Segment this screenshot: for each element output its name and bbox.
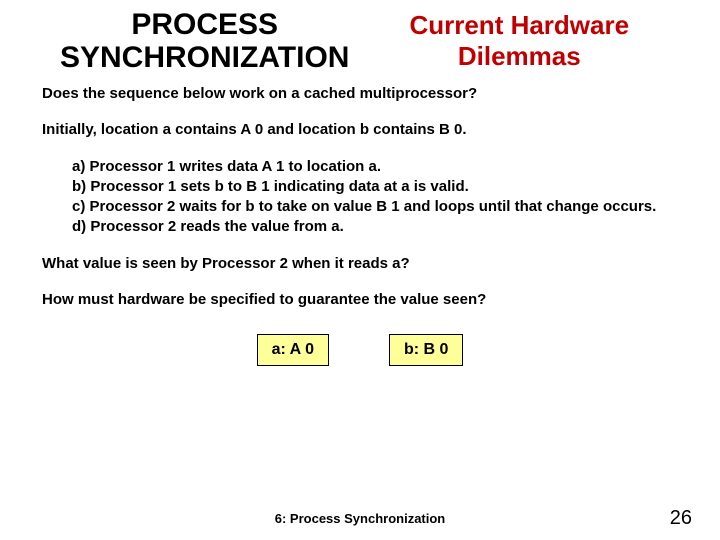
initial-suffix: contains B 0. bbox=[369, 121, 467, 138]
page-number: 26 bbox=[670, 507, 692, 530]
slide-content: Does the sequence below work on a cached… bbox=[0, 74, 720, 366]
initial-a: a bbox=[163, 121, 171, 138]
title-left-line1: PROCESS bbox=[131, 8, 278, 41]
title-right-line2: Dilemmas bbox=[458, 41, 581, 71]
question-2: What value is seen by Processor 2 when i… bbox=[42, 254, 678, 274]
initial-b: b bbox=[360, 121, 369, 138]
state-boxes: a: A 0 b: B 0 bbox=[42, 334, 678, 366]
initial-state: Initially, location a contains A 0 and l… bbox=[42, 120, 678, 140]
title-left-line2: SYNCHRONIZATION bbox=[60, 41, 349, 74]
step-c: c) Processor 2 waits for b to take on va… bbox=[72, 197, 678, 217]
question-3: How must hardware be specified to guaran… bbox=[42, 290, 678, 310]
footer-text: 6: Process Synchronization bbox=[0, 511, 720, 526]
title-right: Current Hardware Dilemmas bbox=[409, 10, 629, 72]
box-b: b: B 0 bbox=[389, 334, 463, 366]
steps-list: a) Processor 1 writes data A 1 to locati… bbox=[72, 157, 678, 238]
step-b: b) Processor 1 sets b to B 1 indicating … bbox=[72, 177, 678, 197]
initial-prefix: Initially, location bbox=[42, 121, 163, 138]
box-a: a: A 0 bbox=[257, 334, 329, 366]
slide-header: PROCESS SYNCHRONIZATION Current Hardware… bbox=[0, 0, 720, 74]
title-right-line1: Current Hardware bbox=[409, 10, 629, 40]
question-1: Does the sequence below work on a cached… bbox=[42, 84, 678, 104]
step-d: d) Processor 2 reads the value from a. bbox=[72, 217, 678, 237]
initial-mid: contains A 0 and location bbox=[171, 121, 360, 138]
title-left: PROCESS SYNCHRONIZATION bbox=[60, 8, 349, 74]
step-a: a) Processor 1 writes data A 1 to locati… bbox=[72, 157, 678, 177]
